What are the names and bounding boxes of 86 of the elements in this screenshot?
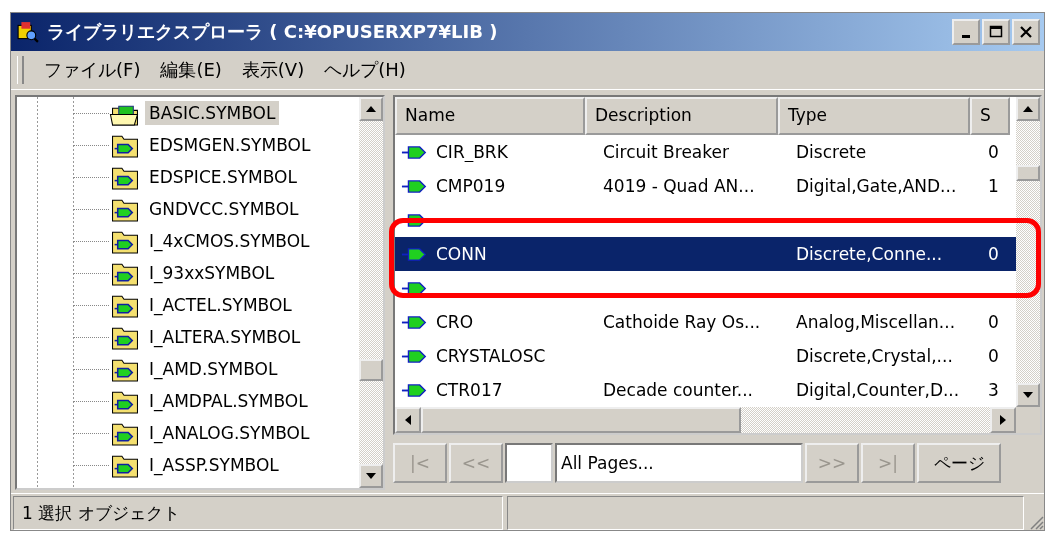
status-text: 1 選択 オブジェクト (13, 496, 503, 530)
close-icon (1019, 25, 1033, 39)
symbol-icon (401, 348, 429, 364)
maximize-icon (989, 25, 1003, 39)
table-cell: CONN (436, 244, 487, 264)
table-row[interactable]: CIR_BRK Circuit Breaker Discrete 0 (395, 135, 1016, 169)
tree-item[interactable]: I_ANALOG.SYMBOL (145, 421, 314, 445)
column-header[interactable]: S (970, 97, 1010, 135)
page-number-field[interactable] (505, 443, 553, 483)
tree-item[interactable]: EDSMGEN.SYMBOL (145, 133, 315, 157)
table-cell: 0 (988, 312, 999, 332)
table-cell: CIR_BRK (436, 142, 508, 162)
table-cell: Cathoide Ray Os... (603, 312, 761, 332)
tree-item[interactable]: I_AMDPAL.SYMBOL (145, 389, 312, 413)
table-cell: 0 (988, 244, 999, 264)
table-row[interactable]: CRO Cathoide Ray Os... Analog,Miscellan... 0 (395, 305, 1016, 339)
symbol-icon (401, 382, 429, 398)
table-row[interactable]: CRYSTALOSC Discrete,Crystal,... 0 (395, 339, 1016, 373)
scroll-up-button[interactable] (1016, 97, 1040, 121)
table-row[interactable]: CMP019 4019 - Quad AN... Digital,Gate,AND... 1 (395, 169, 1016, 203)
table-row[interactable]: CTR017 Decade counter... Digital,Counter,D... 3 (395, 373, 1016, 407)
column-header[interactable]: Description (585, 97, 778, 135)
table-row[interactable]: CONN Discrete,Conne... 0 (395, 237, 1016, 271)
symbol-icon (401, 280, 429, 296)
table-cell: Decade counter... (603, 380, 754, 400)
maximize-button[interactable] (982, 19, 1010, 45)
scroll-down-button[interactable] (359, 464, 383, 488)
table-cell: CRO (436, 312, 474, 332)
tree-item[interactable]: GNDVCC.SYMBOL (145, 197, 303, 221)
up-arrow-icon (365, 105, 377, 113)
pages-field[interactable]: All Pages... (555, 443, 803, 483)
tree-item[interactable]: BASIC.SYMBOL (145, 101, 280, 125)
column-header[interactable]: Type (778, 97, 970, 135)
column-header[interactable]: Name (395, 97, 585, 135)
tree-item[interactable]: I_93xxSYMBOL (145, 261, 279, 285)
scrollbar[interactable] (359, 97, 383, 488)
tree-item[interactable]: I_AMD.SYMBOL (145, 357, 282, 381)
symbol-icon (401, 246, 429, 262)
scrollbar[interactable] (395, 407, 1040, 433)
table-cell: 0 (988, 142, 999, 162)
symbol-icon (401, 314, 429, 330)
tree-item[interactable]: I_ACTEL.SYMBOL (145, 293, 296, 317)
symbol-icon (401, 144, 429, 160)
menu-item[interactable]: ヘルプ(H) (324, 58, 406, 82)
table-cell: 3 (988, 380, 999, 400)
tree-item[interactable]: EDSPICE.SYMBOL (145, 165, 301, 189)
scroll-up-button[interactable] (359, 97, 383, 121)
table-cell: 0 (988, 346, 999, 366)
table-cell: Digital,Gate,AND... (796, 176, 957, 196)
scroll-thumb[interactable] (421, 407, 741, 433)
page-nav-button[interactable]: ページ (917, 443, 1001, 483)
toolbar-grip (17, 56, 24, 84)
table-cell: Digital,Counter,D... (796, 380, 960, 400)
close-button[interactable] (1012, 19, 1040, 45)
app-icon (17, 21, 39, 43)
scroll-right-button[interactable] (990, 407, 1016, 433)
up-arrow-icon (1022, 105, 1034, 113)
left-arrow-icon (404, 414, 412, 426)
scroll-thumb[interactable] (1016, 165, 1040, 181)
table-cell: CMP019 (436, 176, 506, 196)
menu-item[interactable]: 編集(E) (160, 58, 222, 82)
table-cell: Discrete,Crystal,... (796, 346, 953, 366)
down-arrow-icon (1022, 391, 1034, 399)
scroll-down-button[interactable] (1016, 383, 1040, 407)
table-cell: CRYSTALOSC (436, 346, 546, 366)
table-cell: Analog,Miscellan... (796, 312, 956, 332)
tree-item[interactable]: I_ASSP.SYMBOL (145, 453, 283, 477)
symbol-icon (401, 178, 429, 194)
down-arrow-icon (365, 472, 377, 480)
right-arrow-icon (999, 414, 1007, 426)
minimize-icon (962, 35, 970, 38)
table-cell: Circuit Breaker (603, 142, 729, 162)
table-cell: 1 (988, 176, 999, 196)
table-cell: 4019 - Quad AN... (603, 176, 755, 196)
menu-item[interactable]: 表示(V) (241, 58, 305, 82)
tree-item[interactable]: I_4xCMOS.SYMBOL (145, 229, 314, 253)
table-cell: Discrete,Conne... (796, 244, 943, 264)
scroll-thumb[interactable] (359, 359, 383, 381)
tree-item[interactable]: I_ALTERA.SYMBOL (145, 325, 305, 349)
window-title: ライブラリエクスプローラ ( C:¥OPUSERXP7¥LIB ) (47, 20, 498, 44)
table-cell: Discrete (796, 142, 867, 162)
menu-item[interactable]: ファイル(F) (44, 58, 141, 82)
scroll-left-button[interactable] (395, 407, 421, 433)
minimize-button[interactable] (952, 19, 980, 45)
scrollbar[interactable] (1016, 97, 1040, 407)
table-cell: CTR017 (436, 380, 503, 400)
